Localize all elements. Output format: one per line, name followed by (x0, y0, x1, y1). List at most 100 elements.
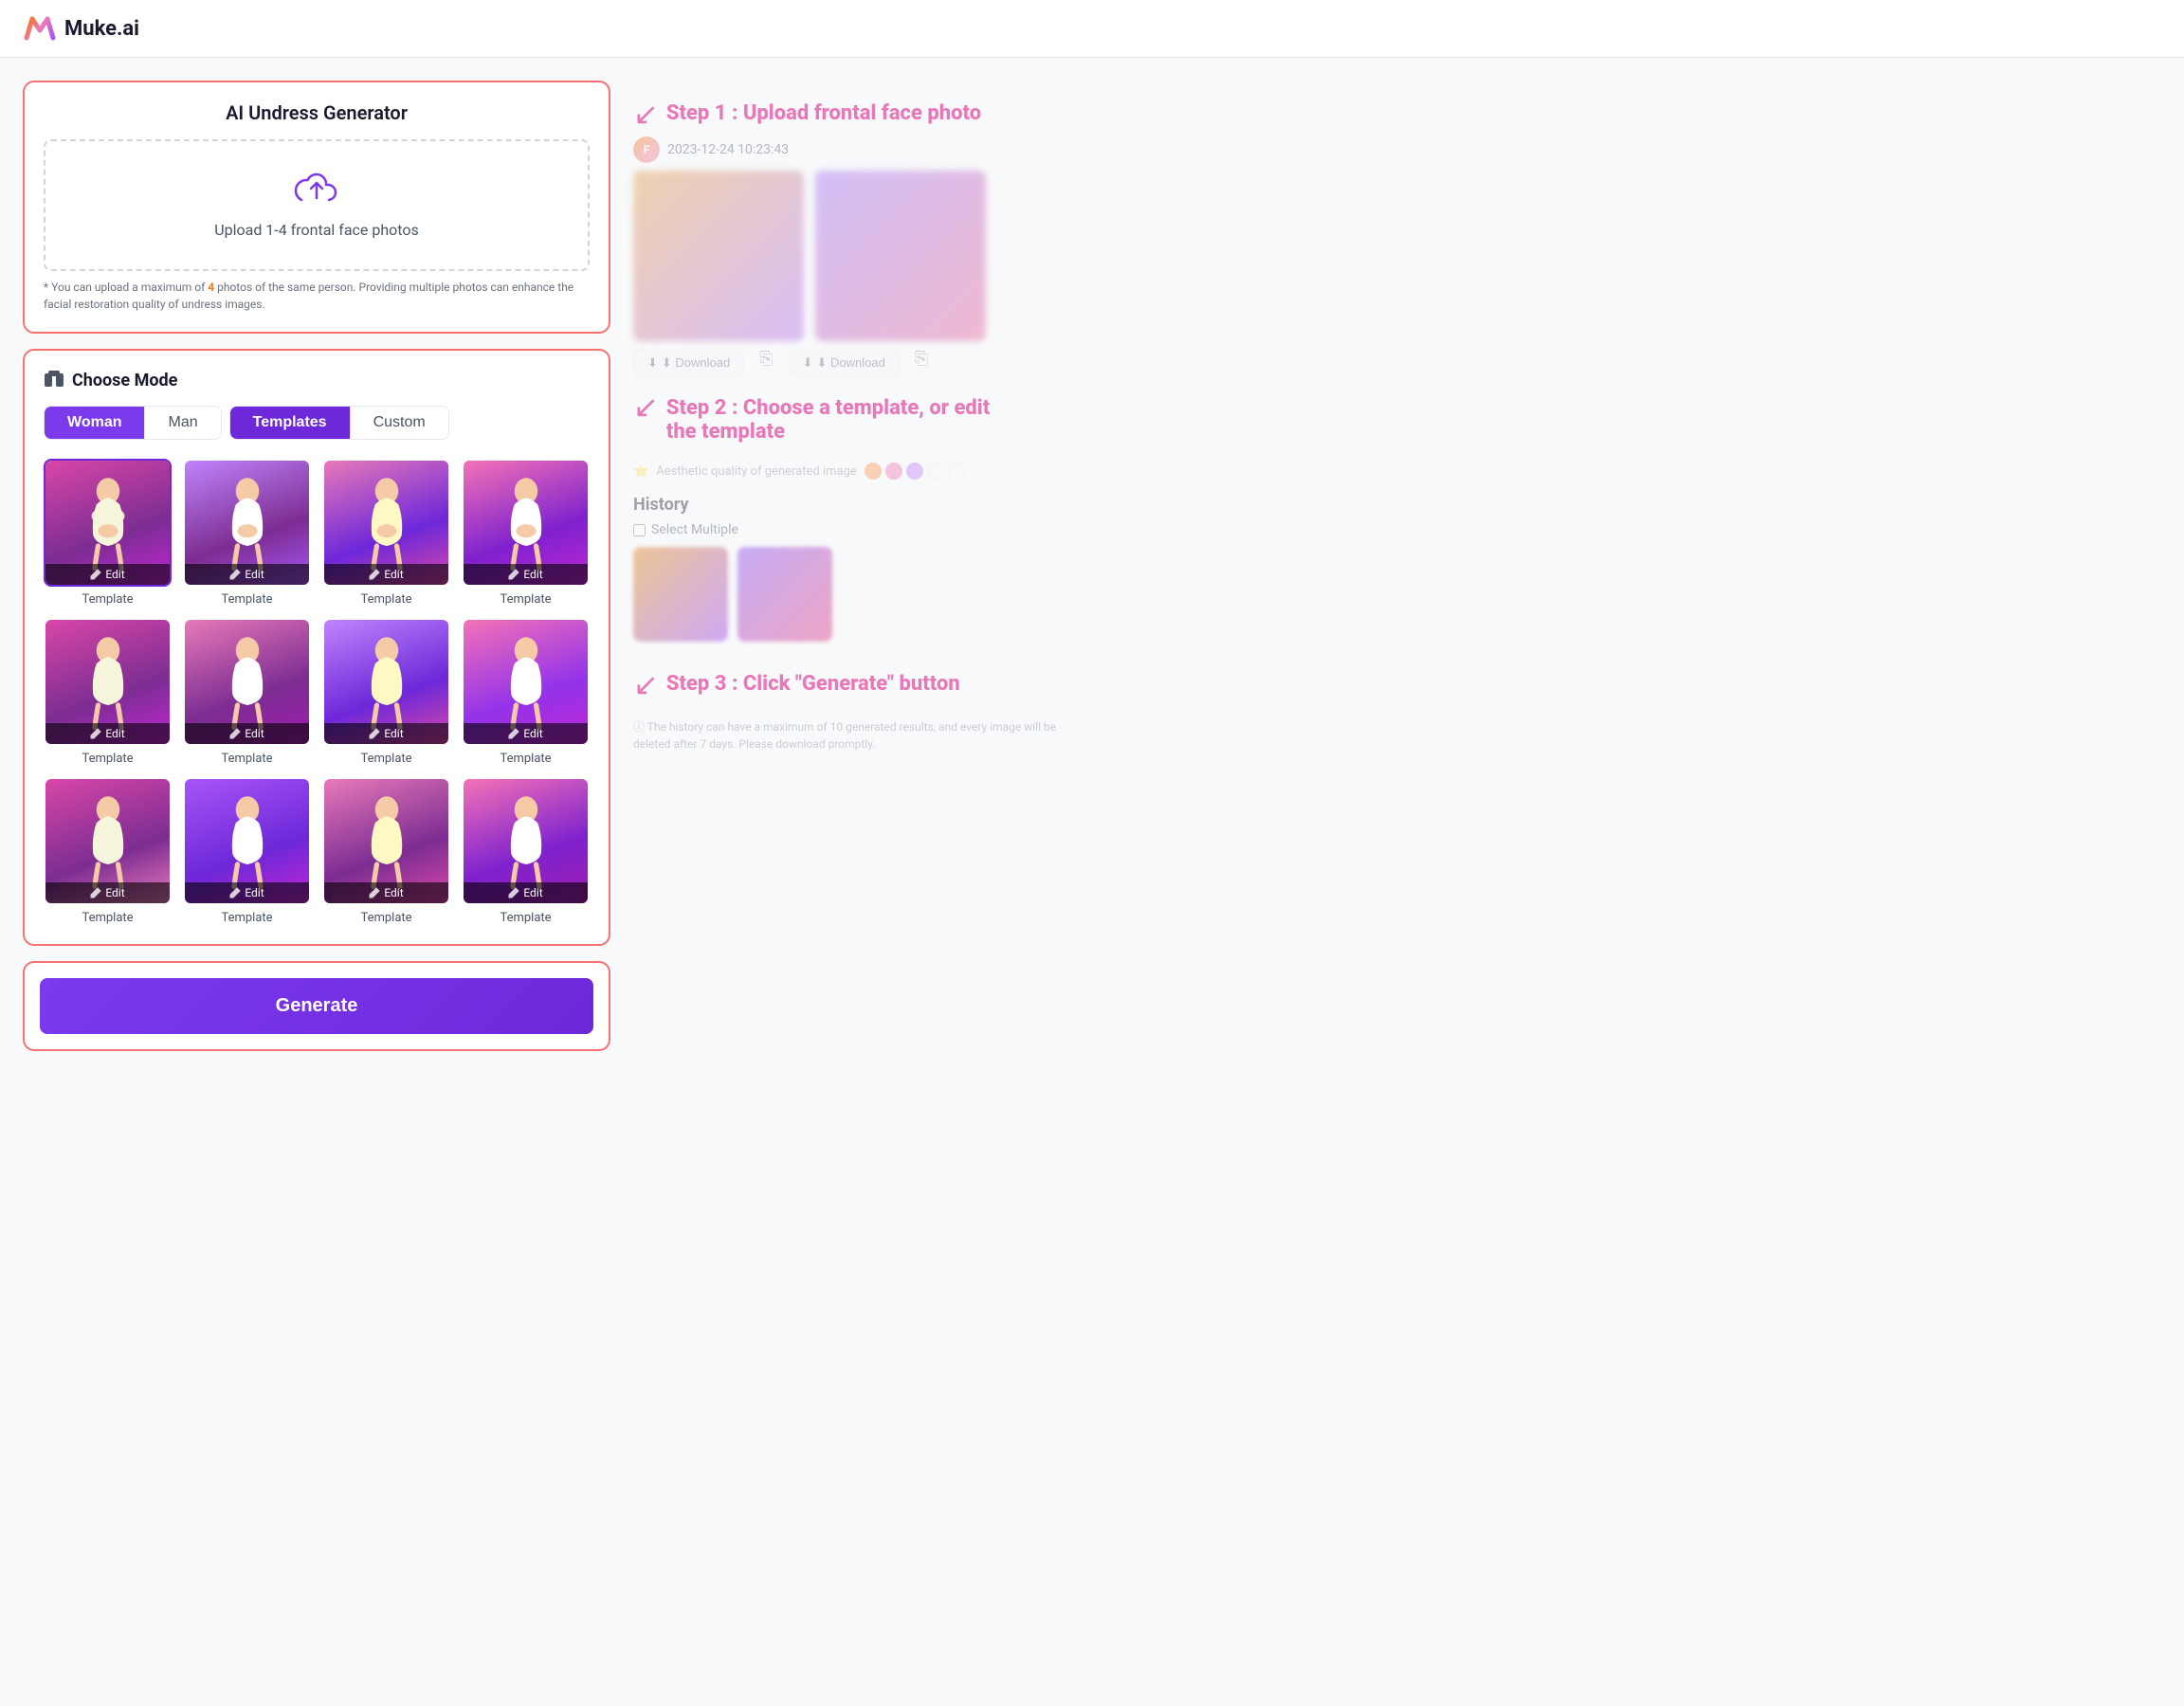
template-image-wrap[interactable]: Edit (322, 777, 450, 905)
upload-area[interactable]: Upload 1-4 frontal face photos (44, 139, 590, 271)
template-image-wrap[interactable]: Edit (183, 618, 311, 746)
list-item[interactable]: Edit Template (322, 459, 450, 607)
quality-row: ⭐ Aesthetic quality of generated image (633, 463, 1092, 480)
user-avatar: F (633, 136, 660, 163)
list-item[interactable]: Edit Template (44, 777, 172, 925)
list-item[interactable]: Edit Template (462, 459, 590, 607)
tab-templates[interactable]: Templates (230, 407, 351, 439)
template-image-wrap[interactable]: Edit (322, 459, 450, 587)
preview-images (633, 171, 1092, 341)
download-button-2[interactable]: ⬇ ⬇ Download (789, 349, 900, 377)
logo-icon (23, 11, 57, 45)
edit-button-6[interactable]: Edit (185, 723, 309, 744)
edit-button-4[interactable]: Edit (464, 564, 588, 585)
upload-label: Upload 1-4 frontal face photos (214, 221, 419, 239)
history-thumb-2[interactable] (737, 547, 832, 642)
edit-button-12[interactable]: Edit (464, 882, 588, 903)
history-thumb-1[interactable] (633, 547, 728, 642)
history-title: History (633, 495, 1092, 515)
template-image-wrap[interactable]: Edit (462, 459, 590, 587)
template-grid: Edit Template (44, 459, 590, 925)
edit-button-7[interactable]: Edit (324, 723, 448, 744)
step1-arrow: ↙ (633, 96, 659, 132)
list-item[interactable]: Edit Template (462, 777, 590, 925)
list-item[interactable]: Edit Template (44, 459, 172, 607)
tab-man[interactable]: Man (145, 407, 220, 439)
template-label-4: Template (500, 592, 551, 607)
template-image-wrap[interactable]: Edit (44, 777, 172, 905)
template-image-wrap[interactable]: Edit (462, 618, 590, 746)
main-layout: AI Undress Generator Upload 1-4 frontal … (0, 58, 1138, 1074)
select-multiple-checkbox[interactable] (633, 524, 646, 536)
mode-tabs: Woman Man Templates Custom (44, 406, 590, 440)
template-label-8: Template (500, 752, 551, 766)
download-button-1[interactable]: ⬇ ⬇ Download (633, 349, 744, 377)
list-item[interactable]: Edit Template (322, 618, 450, 766)
list-item[interactable]: Edit Template (322, 777, 450, 925)
share-icon-1[interactable]: ⎘ (759, 349, 773, 377)
quality-icon: ⭐ (633, 464, 648, 479)
edit-button-8[interactable]: Edit (464, 723, 588, 744)
step2-label: Step 2 : Choose a template, or edit the … (666, 396, 990, 444)
generate-section: Generate (23, 961, 610, 1051)
share-icon-2[interactable]: ⎘ (915, 349, 928, 377)
rating-dots (864, 463, 965, 480)
template-image-wrap[interactable]: Edit (183, 777, 311, 905)
step3-label: Step 3 : Click "Generate" button (666, 672, 960, 696)
template-image-wrap[interactable]: Edit (322, 618, 450, 746)
template-label-12: Template (500, 911, 551, 925)
upload-icon (294, 172, 339, 209)
left-panel: AI Undress Generator Upload 1-4 frontal … (23, 81, 610, 1051)
upload-title: AI Undress Generator (44, 101, 590, 124)
edit-button-3[interactable]: Edit (324, 564, 448, 585)
template-label-6: Template (221, 752, 272, 766)
gender-tab-group: Woman Man (44, 406, 222, 440)
quality-label: Aesthetic quality of generated image (656, 464, 857, 479)
list-item[interactable]: Edit Template (462, 618, 590, 766)
generate-button[interactable]: Generate (40, 978, 593, 1034)
download-icon-2: ⬇ (803, 355, 813, 371)
template-image-wrap[interactable]: Edit (183, 459, 311, 587)
max-photos: 4 (208, 281, 214, 294)
edit-button-2[interactable]: Edit (185, 564, 309, 585)
logo-text: Muke.ai (64, 17, 139, 41)
template-image-wrap[interactable]: Edit (462, 777, 590, 905)
history-thumbs (633, 547, 1092, 642)
template-image-wrap[interactable]: Edit (44, 618, 172, 746)
tab-custom[interactable]: Custom (351, 407, 448, 439)
select-multiple-label: Select Multiple (651, 522, 738, 537)
step1-label: Step 1 : Upload frontal face photo (666, 101, 981, 125)
history-section: History Select Multiple (633, 495, 1092, 642)
tab-woman[interactable]: Woman (45, 407, 145, 439)
rating-dot-5[interactable] (948, 463, 965, 480)
list-item[interactable]: Edit Template (183, 618, 311, 766)
upload-hint: * You can upload a maximum of 4 photos o… (44, 279, 590, 313)
right-panel: ↙ Step 1 : Upload frontal face photo F 2… (610, 81, 1115, 1051)
step2-arrow: ↙ (633, 389, 659, 425)
list-item[interactable]: Edit Template (183, 777, 311, 925)
template-label-10: Template (221, 911, 272, 925)
template-label-3: Template (360, 592, 411, 607)
rating-dot-2[interactable] (885, 463, 902, 480)
edit-button-9[interactable]: Edit (46, 882, 170, 903)
template-label-1: Template (82, 592, 133, 607)
rating-dot-1[interactable] (864, 463, 882, 480)
rating-dot-3[interactable] (906, 463, 923, 480)
timestamp: 2023-12-24 10:23:43 (667, 142, 789, 157)
edit-button-11[interactable]: Edit (324, 882, 448, 903)
template-image-wrap[interactable]: Edit (44, 459, 172, 587)
edit-button-10[interactable]: Edit (185, 882, 309, 903)
preview-actions: ⬇ ⬇ Download ⎘ ⬇ ⬇ Download ⎘ (633, 349, 1092, 377)
select-multiple-row[interactable]: Select Multiple (633, 522, 1092, 537)
preview-image-2 (815, 171, 986, 341)
list-item[interactable]: Edit Template (44, 618, 172, 766)
step3-arrow: ↙ (633, 666, 659, 702)
list-item[interactable]: Edit Template (183, 459, 311, 607)
template-label-2: Template (221, 592, 272, 607)
edit-button-5[interactable]: Edit (46, 723, 170, 744)
upload-section: AI Undress Generator Upload 1-4 frontal … (23, 81, 610, 334)
mode-title: Choose Mode (44, 370, 590, 390)
edit-button-1[interactable]: Edit (46, 564, 170, 585)
rating-dot-4[interactable] (927, 463, 944, 480)
mode-section: Choose Mode Woman Man Templates Custom (23, 349, 610, 946)
